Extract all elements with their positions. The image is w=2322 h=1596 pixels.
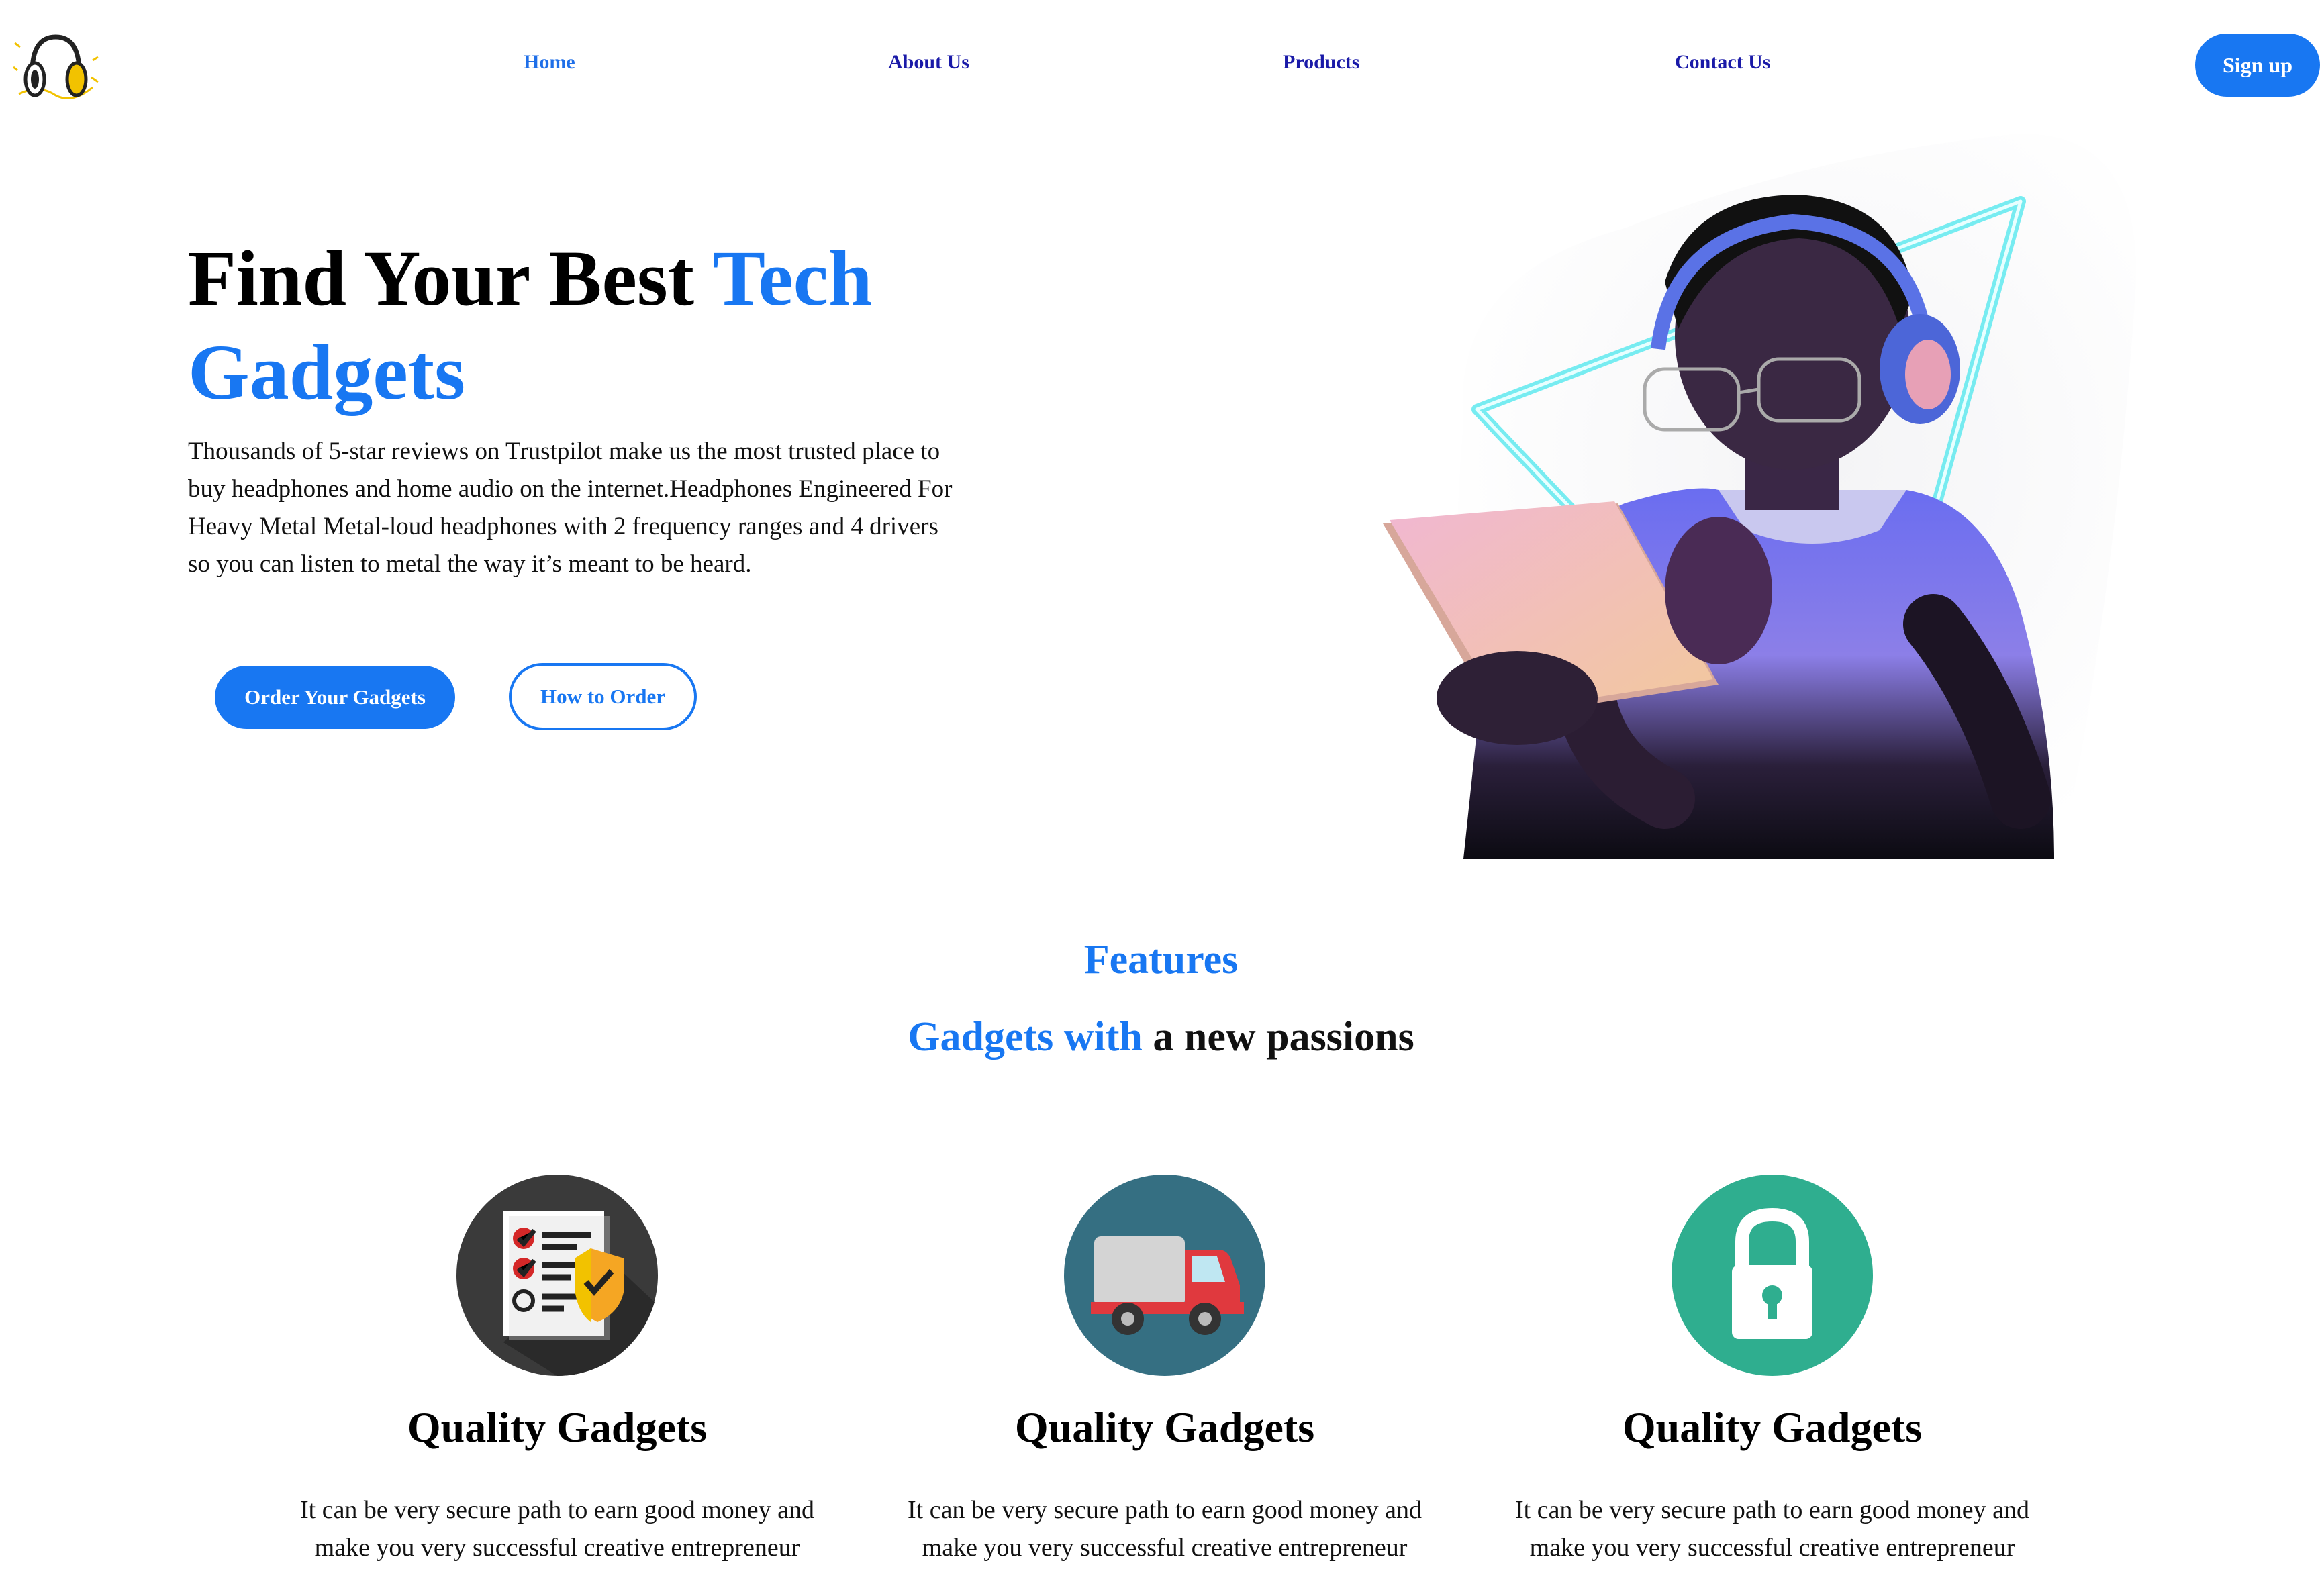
feature-card: Quality Gadgets It can be very secure pa… (863, 1175, 1467, 1566)
signup-button[interactable]: Sign up (2195, 34, 2320, 97)
padlock-icon (1672, 1175, 1873, 1376)
nav-about-us[interactable]: About Us (888, 51, 969, 74)
feature-card: Quality Gadgets It can be very secure pa… (1470, 1175, 2074, 1566)
feature-title: Quality Gadgets (1622, 1403, 1923, 1451)
how-to-order-button[interactable]: How to Order (509, 663, 697, 730)
checklist-shield-icon (456, 1175, 658, 1376)
hero-title: Find Your Best Tech Gadgets (188, 234, 873, 416)
feature-card: Quality Gadgets It can be very secure pa… (255, 1175, 859, 1566)
delivery-truck-icon (1064, 1175, 1265, 1376)
headphones-logo-icon[interactable] (12, 20, 99, 107)
nav-contact-us[interactable]: Contact Us (1675, 51, 1771, 74)
nav-home[interactable]: Home (524, 51, 575, 74)
nav-products[interactable]: Products (1283, 51, 1359, 74)
feature-text: It can be very secure path to earn good … (299, 1496, 815, 1562)
features-subtitle: Gadgets with a new passions (908, 1014, 1414, 1060)
feature-text: It can be very secure path to earn good … (1514, 1496, 2030, 1562)
feature-title: Quality Gadgets (407, 1403, 708, 1451)
feature-title: Quality Gadgets (1014, 1403, 1315, 1451)
hero-description: Thousands of 5-star reviews on Trustpilo… (188, 438, 953, 578)
order-gadgets-button[interactable]: Order Your Gadgets (215, 666, 455, 729)
feature-text: It can be very secure path to earn good … (907, 1496, 1422, 1562)
features-label: Features (1083, 937, 1239, 983)
hero-person-with-tablet-image (1383, 134, 2136, 859)
